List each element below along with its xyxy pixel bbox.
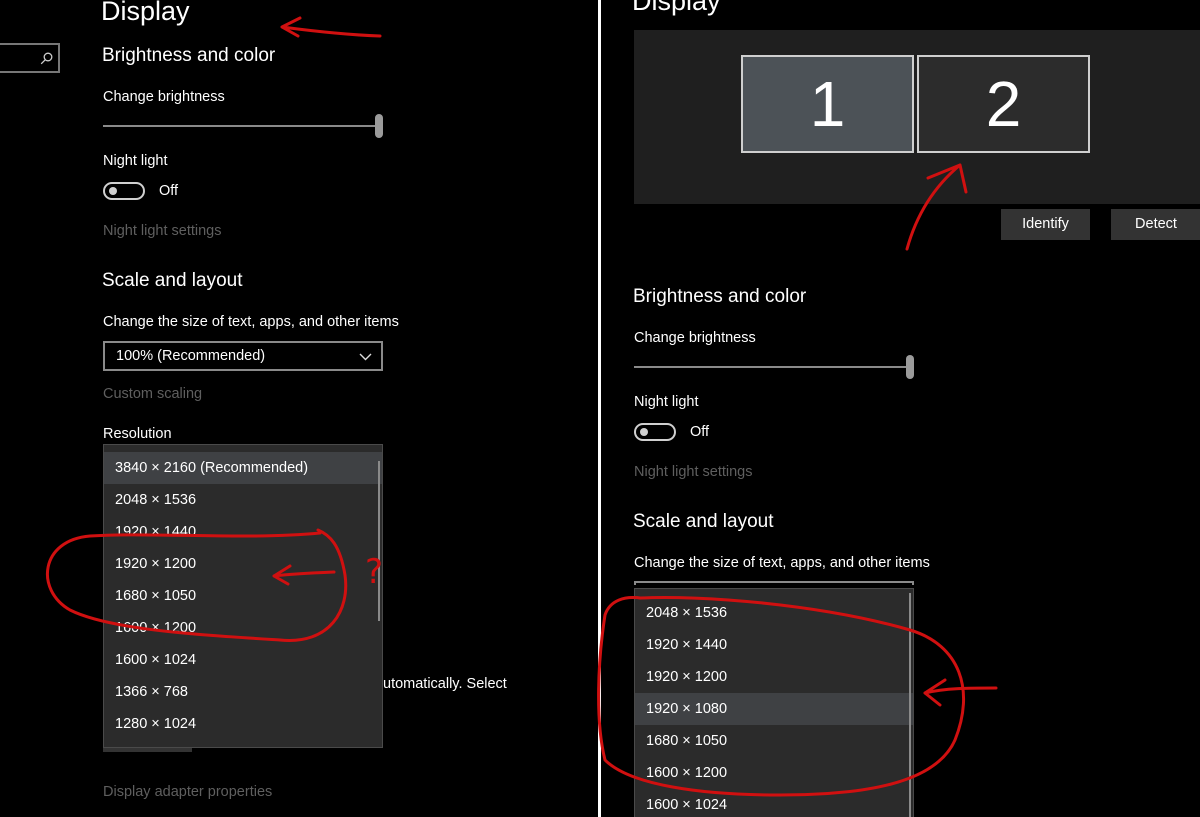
monitor-2-tile[interactable]: 2 <box>917 55 1090 153</box>
scale-layout-heading: Scale and layout <box>102 270 243 291</box>
search-box[interactable] <box>0 43 60 73</box>
display-adapter-properties-link[interactable]: Display adapter properties <box>103 784 272 800</box>
night-light-toggle[interactable] <box>103 182 145 200</box>
night-light-state: Off <box>690 424 710 440</box>
toggle-knob <box>109 187 117 195</box>
scale-dropdown-value: 100% (Recommended) <box>116 348 266 364</box>
resolution-option[interactable]: 1920 × 1080 <box>635 693 913 725</box>
resolution-option[interactable]: 1280 × 1024 <box>104 708 382 740</box>
scale-label: Change the size of text, apps, and other… <box>634 555 930 571</box>
night-light-toggle[interactable] <box>634 423 676 441</box>
listbox-scrollbar[interactable] <box>909 593 911 817</box>
night-light-label: Night light <box>103 153 168 169</box>
chevron-down-icon <box>359 353 372 361</box>
right-settings-pane: Display 1 2 Identify Detect Brightness a… <box>601 0 1200 817</box>
resolution-option[interactable]: 1920 × 1200 <box>104 548 382 580</box>
left-settings-pane: Display Brightness and color Change brig… <box>0 0 598 817</box>
resolution-option[interactable]: 1920 × 1440 <box>635 629 913 661</box>
listbox-scrollbar[interactable] <box>378 461 380 621</box>
detect-button[interactable]: Detect <box>1111 209 1200 240</box>
resolution-option[interactable]: 2048 × 1536 <box>635 597 913 629</box>
resolution-option[interactable]: 3840 × 2160 (Recommended) <box>104 452 382 484</box>
resolution-option[interactable]: 1600 × 1200 <box>104 612 382 644</box>
resolution-option[interactable]: 1600 × 1024 <box>104 644 382 676</box>
brightness-slider-thumb[interactable] <box>375 114 383 138</box>
brightness-heading: Brightness and color <box>633 286 807 307</box>
scale-dropdown-edge <box>634 581 914 585</box>
resolution-option[interactable]: 2048 × 1536 <box>104 484 382 516</box>
brightness-slider-thumb[interactable] <box>906 355 914 379</box>
resolution-label: Resolution <box>103 426 172 442</box>
background-text-fragment: utomatically. Select <box>383 676 507 692</box>
night-light-label: Night light <box>634 394 699 410</box>
change-brightness-label: Change brightness <box>634 330 756 346</box>
scale-layout-heading: Scale and layout <box>633 511 774 532</box>
page-title: Display <box>632 0 721 16</box>
resolution-listbox[interactable]: 2048 × 1536 1920 × 1440 1920 × 1200 1920… <box>634 588 914 817</box>
toggle-knob <box>640 428 648 436</box>
night-light-state: Off <box>159 183 179 199</box>
night-light-settings-link[interactable]: Night light settings <box>634 464 752 480</box>
search-icon <box>40 52 53 65</box>
scale-label: Change the size of text, apps, and other… <box>103 314 399 330</box>
resolution-option[interactable]: 1366 × 768 <box>104 676 382 708</box>
identify-button[interactable]: Identify <box>1001 209 1090 240</box>
brightness-heading: Brightness and color <box>102 45 276 66</box>
scale-dropdown[interactable]: 100% (Recommended) <box>103 341 383 371</box>
monitor-1-tile[interactable]: 1 <box>741 55 914 153</box>
resolution-option[interactable]: 1680 × 1050 <box>104 580 382 612</box>
resolution-option[interactable]: 1600 × 1200 <box>635 757 913 789</box>
custom-scaling-link[interactable]: Custom scaling <box>103 386 202 402</box>
resolution-listbox[interactable]: 3840 × 2160 (Recommended) 2048 × 1536 19… <box>103 444 383 748</box>
night-light-settings-link[interactable]: Night light settings <box>103 223 221 239</box>
monitor-arrangement[interactable]: 1 2 <box>634 30 1200 204</box>
brightness-slider-track[interactable] <box>103 125 379 127</box>
resolution-option[interactable]: 1920 × 1200 <box>635 661 913 693</box>
page-title: Display <box>101 0 190 26</box>
resolution-option[interactable]: 1680 × 1050 <box>635 725 913 757</box>
change-brightness-label: Change brightness <box>103 89 225 105</box>
brightness-slider-track[interactable] <box>634 366 911 368</box>
resolution-option[interactable]: 1600 × 1024 <box>635 789 913 817</box>
resolution-option[interactable]: 1920 × 1440 <box>104 516 382 548</box>
